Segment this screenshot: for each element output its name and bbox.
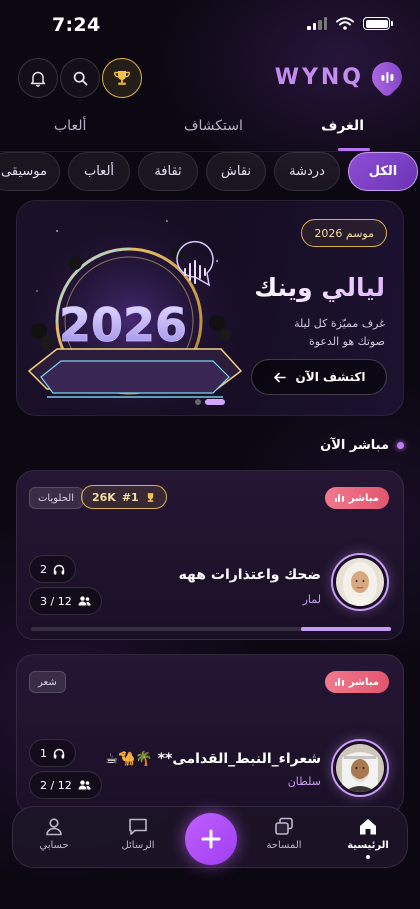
chip-music[interactable]: موسيقى [0, 152, 60, 191]
room-title: ضحك واعتذارات ههه [178, 567, 321, 583]
pagination-dot-active[interactable] [205, 399, 225, 405]
create-room-button[interactable] [185, 813, 237, 865]
nav-space[interactable]: المساحة [249, 817, 319, 851]
arrow-left-icon [273, 372, 286, 382]
headphones-icon [53, 748, 65, 758]
trophy-icon [147, 492, 153, 502]
chat-bubble-icon [129, 818, 147, 835]
nav-home[interactable]: الرئيسية [333, 817, 403, 859]
room-card[interactable]: مباشر الحلويات 26K #1 ضحك واعتذارات ههه … [16, 470, 404, 640]
live-badge: مباشر [324, 487, 389, 509]
banner-title: ليالي وينك [254, 273, 385, 302]
status-icons [307, 17, 393, 30]
banner-pagination[interactable] [195, 399, 225, 405]
search-icon [73, 71, 87, 85]
leaderboard-button[interactable] [102, 58, 142, 98]
plus-icon [201, 829, 221, 849]
season-badge: موسم 2026 [301, 219, 387, 247]
chip-all[interactable]: الكل [348, 152, 418, 191]
listeners-value: 1 [40, 746, 47, 760]
chip-debate[interactable]: نقاش [206, 152, 266, 191]
room-capacity-progress [31, 627, 391, 631]
headphones-icon [53, 564, 65, 574]
room-title: شعراء_النبط_القدامى** 🌴🐪☕ [105, 751, 321, 767]
host-photo [336, 744, 384, 792]
host-photo [336, 558, 384, 606]
chip-culture[interactable]: ثقافة [138, 152, 198, 191]
tab-rooms[interactable]: الغرف [321, 118, 364, 134]
bell-icon [30, 71, 46, 87]
nav-home-label: الرئيسية [347, 840, 389, 851]
chip-chat[interactable]: دردشة [274, 152, 340, 191]
live-badge: مباشر [324, 671, 389, 693]
room-category-tag: الحلويات [29, 487, 84, 509]
user-icon [46, 818, 62, 836]
nav-messages-label: الرسائل [121, 840, 155, 851]
stacked-cards-icon [275, 817, 293, 835]
banner-subtitle-line2: صوتك هو الدعوة [308, 335, 385, 348]
logo-mark-icon [365, 55, 409, 99]
trophy-icon [114, 71, 130, 85]
nav-account[interactable]: حسابي [19, 817, 89, 851]
nav-space-label: المساحة [266, 840, 302, 851]
chip-games[interactable]: ألعاب [68, 152, 130, 191]
explore-now-label: اكتشف الآن [295, 370, 366, 384]
room-rank-badge: 26K #1 [81, 485, 167, 509]
logo-text: WYNQ [274, 64, 364, 90]
host-avatar[interactable] [331, 553, 389, 611]
status-time: 7:24 [52, 14, 101, 36]
host-avatar[interactable] [331, 739, 389, 797]
battery-icon [363, 17, 393, 30]
main-tabs: الغرف استكشاف ألعاب [0, 114, 420, 154]
seats-value: 2 / 12 [40, 778, 72, 792]
room-host-name[interactable]: سلطان [288, 775, 321, 788]
banner-art-year: 2026 [59, 298, 187, 352]
notifications-button[interactable] [18, 58, 58, 98]
nav-messages[interactable]: الرسائل [103, 817, 173, 851]
room-host-name[interactable]: لمار [303, 593, 321, 606]
status-bar: 7:24 [0, 0, 420, 50]
seats-count: 2 / 12 [29, 771, 102, 799]
tab-games[interactable]: ألعاب [54, 118, 86, 134]
live-badge-label: مباشر [348, 676, 379, 688]
banner-subtitle-line1: غرف مميّزة كل ليلة [294, 317, 385, 330]
home-icon [360, 819, 376, 835]
live-indicator-dot [397, 442, 404, 449]
wifi-icon [336, 17, 354, 30]
active-tab-indicator [338, 148, 370, 151]
nav-account-label: حسابي [39, 840, 69, 851]
people-icon [78, 596, 91, 606]
live-now-heading: مباشر الآن [320, 438, 404, 453]
bottom-navigation: الرئيسية المساحة الرسائل حسابي [12, 806, 408, 868]
seats-value: 3 / 12 [40, 594, 72, 608]
app-logo[interactable]: WYNQ [274, 55, 409, 99]
room-score: 26K [92, 490, 116, 504]
live-badge-label: مباشر [348, 492, 379, 504]
pagination-dot[interactable] [195, 399, 201, 405]
listeners-count: 2 [29, 555, 76, 583]
people-icon [78, 780, 91, 790]
seats-count: 3 / 12 [29, 587, 102, 615]
tab-explore[interactable]: استكشاف [184, 118, 243, 134]
app-header: WYNQ [0, 55, 420, 99]
nav-active-dot [366, 855, 370, 859]
room-rank: #1 [121, 490, 139, 504]
cellular-signal-icon [307, 17, 327, 30]
listeners-count: 1 [29, 739, 76, 767]
category-chips: الكل دردشة نقاش ثقافة ألعاب موسيقى [0, 152, 420, 192]
listeners-value: 2 [40, 562, 47, 576]
live-now-title: مباشر الآن [320, 438, 389, 453]
room-category-tag: شعر [29, 671, 66, 693]
banner-illustration: 2026 [17, 201, 247, 415]
banner-subtitle: غرف مميّزة كل ليلة صوتك هو الدعوة [294, 315, 385, 351]
room-capacity-progress-fill [301, 627, 391, 631]
room-card[interactable]: مباشر شعر شعراء_النبط_القدامى** 🌴🐪☕ سلطا… [16, 654, 404, 814]
live-bars-icon [334, 494, 344, 502]
search-button[interactable] [60, 58, 100, 98]
season-banner[interactable]: 2026 موسم 2026 ليالي وينك غرف مميّزة كل … [16, 200, 404, 416]
live-bars-icon [334, 678, 344, 686]
explore-now-button[interactable]: اكتشف الآن [251, 359, 387, 395]
